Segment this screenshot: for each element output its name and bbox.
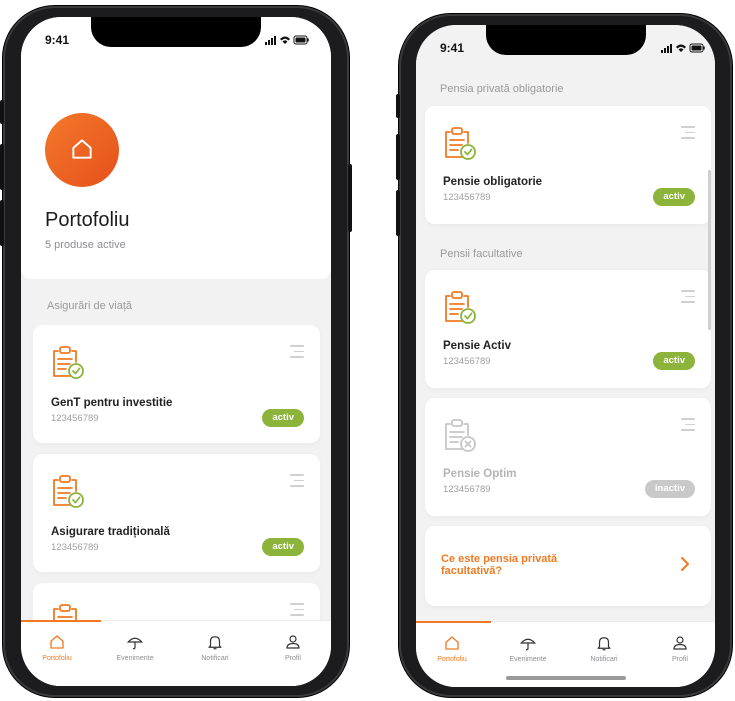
portfolio-avatar [45, 113, 119, 187]
tab-label: Notificari [201, 655, 229, 662]
info-link-text: Ce este pensia privată facultativă? [441, 553, 558, 577]
card-menu-icon[interactable] [681, 126, 695, 143]
tab-label: Portofoliu [42, 655, 72, 662]
user-icon [673, 636, 687, 650]
clipboard-check-icon [53, 475, 84, 508]
pension-card[interactable]: Pensie Activ 123456789 activ [425, 270, 711, 388]
product-name: Asigurare tradițională [51, 526, 170, 538]
section-title-mandatory-pension: Pensia privată obligatorie [440, 83, 564, 95]
status-badge: activ [262, 409, 304, 427]
scrollbar[interactable] [708, 170, 711, 330]
tab-portofoliu[interactable]: Portofoliu [27, 633, 87, 662]
bell-icon [597, 637, 611, 651]
section-title-life-insurance: Asigurări de viață [47, 300, 132, 312]
tab-bar: Portofoliu Evenimente Notificari Profil [21, 620, 331, 686]
home-icon [50, 635, 64, 649]
home-indicator [505, 676, 626, 680]
card-menu-icon[interactable] [290, 345, 304, 362]
status-badge: activ [262, 538, 304, 556]
tab-label: Profil [285, 655, 301, 662]
umbrella-icon [126, 637, 144, 650]
home-icon [72, 139, 92, 159]
umbrella-icon [519, 638, 537, 651]
home-icon [445, 636, 459, 650]
bell-icon [208, 636, 222, 650]
clipboard-check-icon [445, 291, 476, 324]
clipboard-check-icon [445, 127, 476, 160]
product-name: GenT pentru investitie [51, 397, 173, 409]
voluntary-pension-info-link[interactable]: Ce este pensia privată facultativă? [425, 526, 711, 606]
tab-evenimente[interactable]: Evenimente [105, 633, 165, 662]
screen-portfolio: 9:41 Portofoliu 5 produse active Asigură… [21, 17, 331, 686]
tab-label: Evenimente [509, 656, 547, 663]
status-time: 9:41 [45, 33, 70, 47]
tab-evenimente[interactable]: Evenimente [498, 634, 558, 663]
notch [91, 17, 261, 47]
product-card[interactable]: Asigurare tradițională 123456789 activ [33, 454, 320, 572]
product-number: 123456789 [443, 192, 491, 203]
status-time: 9:41 [440, 41, 465, 55]
product-name: Pensie obligatorie [443, 176, 543, 188]
card-menu-icon[interactable] [681, 418, 695, 435]
tab-notificari[interactable]: Notificari [574, 634, 634, 663]
product-number: 123456789 [51, 542, 99, 553]
tab-label: Notificari [590, 656, 618, 663]
tab-label: Evenimente [116, 655, 154, 662]
tab-label: Profil [672, 656, 688, 663]
product-name: Pensie Activ [443, 340, 511, 352]
product-name: Pensie Optim [443, 468, 517, 480]
phone-frame-pensions: 9:41 Pensia privată obligatorie Pensie o… [396, 14, 732, 697]
phone-frame-portfolio: 9:41 Portofoliu 5 produse active Asigură… [0, 6, 352, 697]
product-number: 123456789 [443, 484, 491, 495]
section-title-voluntary-pensions: Pensii facultative [440, 248, 523, 260]
product-number: 123456789 [443, 356, 491, 367]
card-menu-icon[interactable] [290, 474, 304, 491]
status-badge: activ [653, 188, 695, 206]
pension-card[interactable]: Pensie Optim 123456789 inactiv [425, 398, 711, 516]
clipboard-check-icon [53, 346, 84, 379]
notch [485, 25, 646, 55]
tab-label: Portofoliu [437, 656, 467, 663]
tab-portofoliu[interactable]: Portofoliu [422, 634, 482, 663]
status-badge: inactiv [644, 480, 695, 498]
status-icons [265, 35, 309, 45]
product-card[interactable]: GenT pentru investitie 123456789 activ [33, 325, 320, 443]
pension-card[interactable]: Pensie obligatorie 123456789 activ [425, 106, 711, 224]
active-tab-indicator [21, 620, 101, 622]
status-badge: activ [653, 352, 695, 370]
tab-profil[interactable]: Profil [650, 634, 710, 663]
screen-pensions: 9:41 Pensia privată obligatorie Pensie o… [416, 25, 715, 687]
chevron-right-icon [681, 557, 689, 571]
tab-profil[interactable]: Profil [263, 633, 323, 662]
status-icons [661, 43, 705, 53]
page-title: Portofoliu [45, 209, 130, 231]
card-menu-icon[interactable] [681, 290, 695, 307]
product-number: 123456789 [51, 413, 99, 424]
active-tab-indicator [416, 621, 491, 623]
tab-notificari[interactable]: Notificari [185, 633, 245, 662]
page-subtitle: 5 produse active [45, 239, 126, 251]
card-menu-icon[interactable] [290, 603, 304, 620]
clipboard-x-icon [445, 419, 476, 452]
user-icon [286, 635, 300, 649]
